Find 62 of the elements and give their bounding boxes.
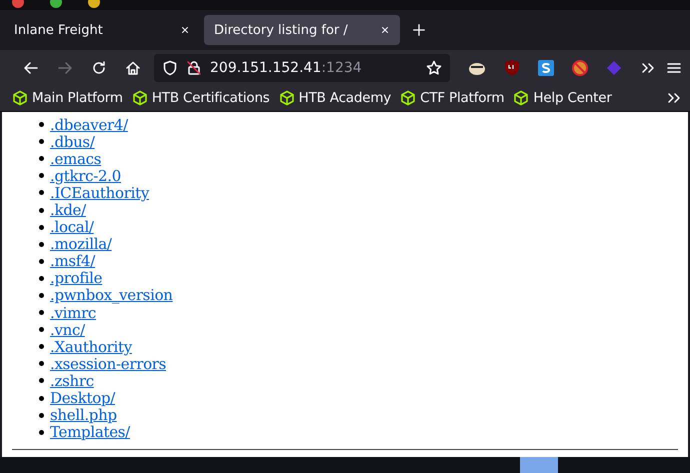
bullet-icon — [39, 224, 44, 230]
browser-tab[interactable]: Directory listing for / — [204, 15, 400, 45]
cube-icon — [513, 90, 530, 106]
file-link[interactable]: Templates/ — [50, 423, 130, 442]
bullet-icon — [39, 276, 44, 281]
back-icon[interactable] — [23, 60, 39, 76]
file-link[interactable]: .zshrc — [50, 372, 94, 390]
s-square-icon[interactable] — [538, 60, 554, 76]
file-link[interactable]: Desktop/ — [50, 389, 116, 408]
file-link[interactable]: .mozilla/ — [50, 235, 112, 254]
shield-icon — [162, 60, 178, 76]
browser-tab[interactable]: Inlane Freight — [4, 15, 200, 45]
close-icon[interactable] — [380, 25, 390, 35]
bullet-icon — [39, 156, 44, 162]
file-link[interactable]: .vimrc — [50, 304, 96, 322]
file-link[interactable]: .emacs — [50, 150, 102, 168]
bookmark-link[interactable]: CTF Platform — [420, 90, 504, 106]
file-link[interactable]: .kde/ — [50, 201, 86, 220]
bullet-icon — [39, 412, 44, 418]
cube-icon — [400, 90, 416, 106]
cube-icon — [132, 90, 148, 106]
bullet-icon — [39, 310, 44, 316]
shield-extension-icon[interactable] — [504, 59, 520, 76]
bullet-icon — [39, 208, 44, 213]
bookmark-link[interactable]: HTB Certifications — [152, 90, 270, 106]
reload-icon[interactable] — [91, 60, 107, 76]
file-link[interactable]: shell.php — [50, 406, 117, 424]
file-link[interactable]: .msf4/ — [50, 252, 96, 270]
bullet-icon — [39, 190, 44, 196]
bullet-icon — [39, 139, 44, 144]
file-link[interactable]: .profile — [50, 269, 102, 288]
bullet-icon — [39, 292, 44, 298]
bullet-icon — [39, 361, 44, 366]
file-link[interactable]: .vnc/ — [50, 320, 85, 339]
bookmark-link[interactable]: Main Platform — [32, 90, 123, 106]
home-icon[interactable] — [125, 60, 141, 76]
star-icon[interactable] — [426, 60, 442, 76]
file-link[interactable]: .xsession-errors — [50, 354, 166, 373]
file-link[interactable]: .Xauthority — [50, 338, 132, 356]
file-link[interactable]: .dbus/ — [50, 132, 95, 151]
cube-icon — [278, 90, 295, 106]
file-link[interactable]: .local/ — [50, 218, 94, 236]
bullet-icon — [39, 344, 44, 350]
lock-icon — [186, 60, 202, 76]
file-link[interactable]: .dbeaver4/ — [50, 116, 128, 134]
bullet-icon — [39, 258, 44, 264]
bullet-icon — [39, 242, 44, 247]
bookmark-link[interactable]: HTB Academy — [298, 90, 392, 106]
bullet-icon — [39, 396, 44, 401]
address-bar[interactable]: 209.151.152.41:1234 — [154, 54, 450, 82]
bullet-icon — [39, 430, 44, 435]
file-link[interactable]: .ICEauthority — [50, 184, 150, 202]
file-link[interactable]: .pwnbox_version — [50, 286, 173, 304]
bullet-icon — [39, 327, 44, 332]
bullet-icon — [39, 173, 44, 178]
close-icon[interactable] — [180, 25, 190, 35]
new-tab-icon[interactable] — [412, 23, 426, 37]
file-link[interactable]: .gtkrc-2.0 — [50, 166, 121, 185]
bullet-icon — [39, 378, 44, 384]
bookmark-link[interactable]: Help Center — [533, 90, 612, 106]
cube-icon — [12, 90, 28, 106]
bullet-icon — [39, 122, 44, 128]
